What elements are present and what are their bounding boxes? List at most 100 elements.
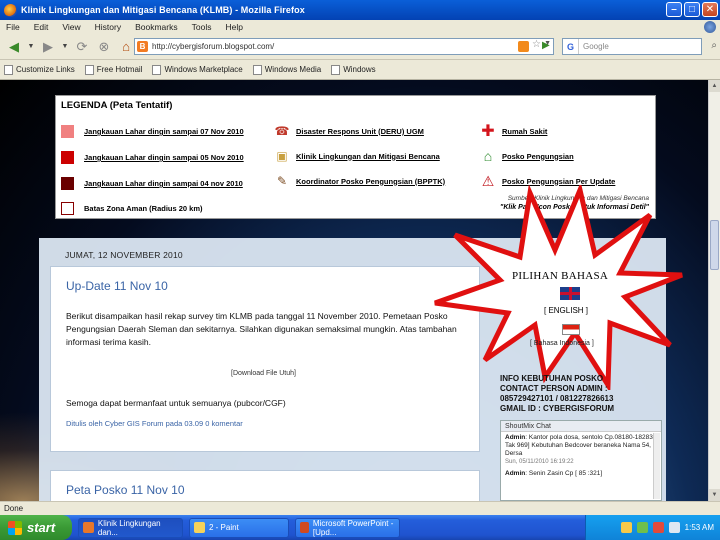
search-box[interactable]: G Google ⌕	[562, 38, 717, 55]
indonesian-link[interactable]: [ Bahasa Indonesia ]	[530, 340, 594, 347]
firefox-logo-icon	[4, 3, 17, 17]
date-header: JUMAT, 12 NOVEMBER 2010	[65, 250, 183, 260]
menu-help[interactable]: Help	[225, 22, 242, 32]
window-titlebar: Klinik Lingkungan dan Mitigasi Bencana (…	[0, 0, 720, 20]
system-tray: 1:53 AM	[585, 515, 720, 540]
indonesia-flag-icon[interactable]	[562, 324, 580, 335]
task-firefox[interactable]: Klinik Lingkungan dan...	[78, 517, 183, 538]
close-button[interactable]: ✕	[702, 2, 718, 17]
page-icon	[84, 64, 94, 75]
firefox-task-icon	[83, 522, 94, 533]
start-button[interactable]: start	[0, 515, 72, 540]
legend-item-lahar-07: Jangkauan Lahar dingin sampai 07 Nov 201…	[61, 125, 244, 138]
window-controls: – □ ✕	[666, 2, 718, 17]
menu-view[interactable]: View	[62, 22, 80, 32]
download-link[interactable]: [Download File Utuh]	[231, 370, 296, 377]
window-title: Klinik Lingkungan dan Mitigasi Bencana (…	[21, 5, 305, 15]
phone-icon: ☎	[274, 124, 290, 138]
menu-tools[interactable]: Tools	[192, 22, 212, 32]
shout-message: Admin: Senin Zasin Cp [ 85 :321]	[505, 470, 603, 477]
navigation-toolbar: ◀ ▼ ▶ ▼ ⟳ ⊗ ⌂ B http://cybergisforum.blo…	[0, 34, 720, 60]
coordinator-icon: ✎	[276, 174, 288, 188]
hospital-cross-icon: ✚	[481, 123, 495, 140]
page-icon	[331, 64, 341, 75]
page-icon	[4, 64, 13, 75]
bookmark-free-hotmail[interactable]: Free Hotmail	[84, 64, 142, 75]
menu-file[interactable]: File	[6, 22, 20, 32]
blog-post: Up-Date 11 Nov 10 Berikut disampaikan ha…	[50, 266, 480, 452]
posko-info: INFO KEBUTUHAN POSKO CONTACT PERSON ADMI…	[500, 374, 615, 413]
legend-item-deru[interactable]: ☎ Disaster Respons Unit (DERU) UGM	[274, 123, 424, 139]
status-bar: Done	[0, 501, 720, 515]
windows-logo-icon	[8, 520, 22, 535]
taskbar-clock: 1:53 AM	[684, 523, 714, 532]
task-powerpoint[interactable]: Microsoft PowerPoint - [Upd...	[295, 517, 400, 538]
legend-item-coordinator[interactable]: ✎ Koordinator Posko Pengungsian (BPPTK)	[274, 173, 445, 189]
legend-item-lahar-05: Jangkauan Lahar dingin sampai 05 Nov 201…	[61, 151, 244, 164]
throbber-icon	[704, 21, 716, 33]
back-history-dropdown[interactable]: ▼	[26, 37, 36, 57]
uk-flag-icon[interactable]	[560, 287, 580, 300]
legend-item-lahar-04: Jangkauan Lahar dingin sampai 04 nov 201…	[61, 177, 243, 190]
search-icon[interactable]: ⌕	[711, 40, 717, 51]
page-icon	[252, 64, 262, 75]
legend-title: LEGENDA (Peta Tentatif)	[61, 100, 173, 111]
language-title: PILIHAN BAHASA	[512, 270, 609, 282]
legend-swatch	[61, 151, 74, 164]
legend-item-hospital[interactable]: ✚ Rumah Sakit	[480, 123, 547, 140]
scroll-up-icon[interactable]: ▲	[709, 80, 720, 92]
go-button[interactable]: ▶	[542, 40, 550, 51]
address-bar[interactable]: B http://cybergisforum.blogspot.com/ ☆ ▼	[134, 38, 554, 55]
bookmark-windows-marketplace[interactable]: Windows Marketplace	[152, 64, 243, 75]
search-placeholder: Google	[583, 42, 609, 51]
maximize-button[interactable]: □	[684, 2, 700, 17]
blogger-favicon-icon: B	[137, 41, 148, 52]
tray-icon[interactable]	[636, 522, 648, 533]
windows-taskbar: start Klinik Lingkungan dan... 2 - Paint…	[0, 515, 720, 540]
legend-swatch	[61, 125, 74, 138]
scroll-thumb[interactable]	[710, 220, 719, 270]
rss-feed-icon[interactable]	[518, 41, 529, 52]
clipboard-icon: ▣	[276, 149, 288, 163]
volume-icon[interactable]	[668, 522, 680, 533]
shoutbox-scrollbar[interactable]	[653, 433, 660, 499]
shout-message: Admin: Kantor pola dosa, sentolo Cp.0818…	[505, 434, 657, 465]
legend-swatch	[61, 177, 74, 190]
menu-edit[interactable]: Edit	[34, 22, 49, 32]
minimize-button[interactable]: –	[666, 2, 682, 17]
home-icon[interactable]: ⌂	[116, 37, 136, 57]
menu-history[interactable]: History	[95, 22, 121, 32]
stop-icon[interactable]: ⊗	[94, 37, 114, 57]
back-button[interactable]: ◀	[4, 37, 24, 57]
forward-history-dropdown[interactable]: ▼	[60, 37, 70, 57]
powerpoint-task-icon	[300, 522, 309, 533]
english-link[interactable]: [ ENGLISH ]	[544, 306, 588, 315]
url-text: http://cybergisforum.blogspot.com/	[152, 42, 275, 51]
post-title[interactable]: Up-Date 11 Nov 10	[66, 279, 168, 293]
tray-icon[interactable]	[652, 522, 664, 533]
menu-bar: File Edit View History Bookmarks Tools H…	[0, 20, 720, 34]
reload-icon[interactable]: ⟳	[72, 37, 92, 57]
tray-icon[interactable]	[620, 522, 632, 533]
post-closing: Semoga dapat bermanfaat untuk semuanya (…	[66, 398, 286, 408]
task-paint[interactable]: 2 - Paint	[189, 517, 289, 538]
bookmark-customize-links[interactable]: Customize Links	[4, 64, 75, 75]
forward-button[interactable]: ▶	[38, 37, 58, 57]
bookmark-windows[interactable]: Windows	[331, 64, 376, 75]
legend-item-safe-zone: Batas Zona Aman (Radius 20 km)	[61, 202, 203, 215]
menu-bookmarks[interactable]: Bookmarks	[135, 22, 178, 32]
page-scrollbar[interactable]: ▲ ▼	[708, 80, 720, 501]
post-footer[interactable]: Ditulis oleh Cyber GIS Forum pada 03.09 …	[66, 419, 243, 428]
bookmark-windows-media[interactable]: Windows Media	[252, 64, 321, 75]
shoutbox: ShoutMix Chat Admin: Kantor pola dosa, s…	[500, 420, 662, 501]
shelter-house-icon: ⌂	[483, 148, 493, 164]
page-icon	[152, 64, 162, 75]
bookmarks-toolbar: Customize Links Free Hotmail Windows Mar…	[0, 60, 720, 80]
post-title[interactable]: Peta Posko 11 Nov 10	[66, 483, 185, 497]
legend-item-klmb[interactable]: ▣ Klinik Lingkungan dan Mitigasi Bencana	[274, 148, 439, 164]
google-engine-icon[interactable]: G	[563, 39, 579, 54]
scroll-down-icon[interactable]: ▼	[709, 489, 720, 501]
bookmark-star-icon[interactable]: ☆	[532, 39, 541, 50]
paint-task-icon	[194, 522, 205, 533]
legend-item-shelter[interactable]: ⌂ Posko Pengungsian	[480, 148, 574, 164]
